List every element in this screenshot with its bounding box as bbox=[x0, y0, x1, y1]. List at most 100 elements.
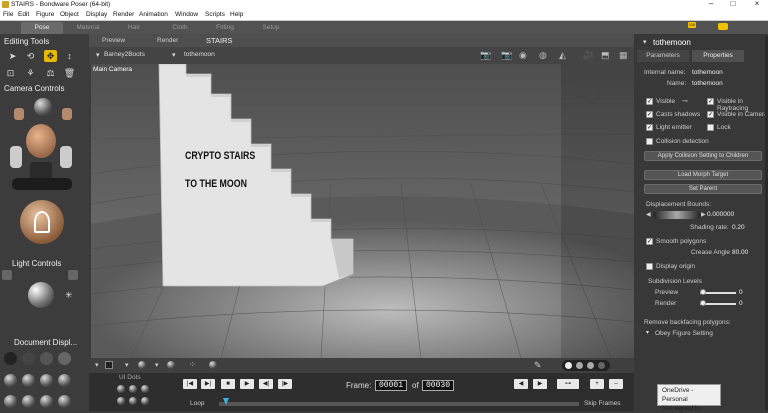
ui-dot-1[interactable] bbox=[117, 385, 125, 393]
timeline-track[interactable] bbox=[219, 402, 579, 406]
casts-shadows-checkbox[interactable]: ✓ bbox=[646, 111, 653, 118]
display-toggle[interactable] bbox=[562, 360, 610, 371]
tab-hair[interactable]: Hair bbox=[115, 22, 153, 34]
close-icon[interactable]: × bbox=[746, 0, 768, 9]
ui-dot-5[interactable] bbox=[129, 397, 137, 405]
figure-select[interactable]: Barney2Boots bbox=[104, 51, 145, 58]
ui-dot-6[interactable] bbox=[141, 397, 149, 405]
tab-render[interactable]: Render bbox=[157, 37, 178, 44]
shadow-sphere-icon[interactable] bbox=[167, 361, 175, 369]
shading-rate-value[interactable]: 0.20 bbox=[732, 224, 745, 231]
area-render-icon[interactable]: ◉ bbox=[519, 50, 527, 61]
select-icon[interactable]: ➤ bbox=[6, 50, 19, 62]
delete-icon[interactable]: 🗑 bbox=[63, 67, 76, 79]
display-smooth-lined-icon[interactable] bbox=[40, 395, 53, 408]
foreground-dropdown-icon[interactable]: ▾ bbox=[125, 361, 129, 369]
background-dropdown-icon[interactable]: ▾ bbox=[95, 361, 99, 369]
visible-camera-checkbox[interactable]: ✓ bbox=[707, 111, 714, 118]
chat-icon[interactable] bbox=[718, 23, 728, 30]
display-silhouette-icon[interactable] bbox=[4, 352, 17, 365]
skip-frames-label[interactable]: Skip Frames bbox=[584, 400, 620, 407]
object-icon[interactable]: ⬒ bbox=[601, 50, 610, 61]
obey-figure-select[interactable]: Obey Figure Setting bbox=[655, 330, 713, 337]
scale-icon[interactable]: ↕ bbox=[63, 50, 76, 62]
minimize-icon[interactable]: – bbox=[700, 0, 722, 9]
shadow-dropdown-icon[interactable]: ▾ bbox=[155, 361, 159, 369]
move-xz-icon[interactable] bbox=[12, 178, 72, 190]
tab-fitting[interactable]: Fitting bbox=[205, 22, 245, 34]
display-lit-wireframe-icon[interactable] bbox=[4, 374, 17, 387]
prev-key-button[interactable]: ▶| bbox=[201, 379, 215, 389]
apply-collision-button[interactable]: Apply Collision Setting to Children bbox=[644, 151, 762, 161]
ui-dot-4[interactable] bbox=[117, 397, 125, 405]
display-texture-shaded-icon[interactable] bbox=[22, 395, 35, 408]
visible-checkbox[interactable]: ✓ bbox=[646, 98, 653, 105]
ui-dot-2[interactable] bbox=[129, 385, 137, 393]
translate-icon[interactable]: ✥ bbox=[44, 50, 57, 62]
dots-icon[interactable]: ⁘ bbox=[189, 360, 196, 369]
menu-help[interactable]: Help bbox=[230, 11, 243, 18]
camera-lock-icon[interactable] bbox=[2, 270, 12, 280]
display-flat-lined-icon[interactable] bbox=[40, 374, 53, 387]
trackball-icon[interactable] bbox=[20, 200, 64, 244]
menu-grid-icon[interactable]: ▦ bbox=[619, 50, 628, 61]
orbit-right-icon[interactable] bbox=[60, 146, 72, 168]
menu-figure[interactable]: Figure bbox=[36, 11, 54, 18]
prev-keyframe-button[interactable]: ◀ bbox=[514, 379, 528, 389]
smooth-polygons-checkbox[interactable]: ✓ bbox=[646, 238, 653, 245]
sphere-render-icon[interactable]: ◍ bbox=[539, 50, 547, 61]
ui-dots-grid[interactable] bbox=[115, 383, 175, 411]
display-cartoon-icon[interactable] bbox=[58, 374, 71, 387]
first-frame-button[interactable]: |◀ bbox=[183, 379, 197, 389]
next-keyframe-button[interactable]: ▶ bbox=[533, 379, 547, 389]
ui-dot-3[interactable] bbox=[141, 385, 149, 393]
collision-detection-checkbox[interactable] bbox=[646, 138, 653, 145]
left-hand-camera-icon[interactable] bbox=[14, 108, 24, 120]
display-outline-icon[interactable] bbox=[22, 352, 35, 365]
displacement-left-arrow-icon[interactable]: ◀ bbox=[646, 211, 651, 218]
menu-display[interactable]: Display bbox=[86, 11, 107, 18]
play-button[interactable]: ▶ bbox=[240, 379, 254, 389]
menu-render[interactable]: Render bbox=[113, 11, 134, 18]
camera-options-icon[interactable] bbox=[68, 270, 78, 280]
stop-button[interactable]: ■ bbox=[221, 379, 235, 389]
tab-cloth[interactable]: Cloth bbox=[160, 22, 200, 34]
orbit-left-icon[interactable] bbox=[10, 146, 22, 168]
paint-sphere-icon[interactable] bbox=[209, 361, 217, 369]
displacement-right-arrow-icon[interactable]: ▶ bbox=[701, 211, 706, 218]
panel-collapse-icon[interactable]: ▾ bbox=[643, 38, 647, 46]
actor-select[interactable]: tothemoon bbox=[184, 51, 215, 58]
shoe-icon[interactable]: ◭ bbox=[559, 50, 566, 61]
current-frame-field[interactable]: 00001 bbox=[375, 380, 407, 391]
lock-checkbox[interactable] bbox=[707, 124, 714, 131]
subdivision-render-value[interactable]: 0 bbox=[739, 300, 743, 307]
subdivision-preview-value[interactable]: 0 bbox=[739, 289, 743, 296]
movie-camera-icon[interactable]: 🎥 bbox=[583, 50, 594, 61]
color-icon[interactable]: ⚖ bbox=[44, 67, 57, 79]
actor-dropdown-arrow-icon[interactable]: ▾ bbox=[172, 51, 176, 59]
display-flat-shaded-icon[interactable] bbox=[22, 374, 35, 387]
tab-properties[interactable]: Properties bbox=[692, 50, 744, 62]
onedrive-notification[interactable]: OneDrive - Personal Not signed in bbox=[657, 384, 721, 412]
tab-setup[interactable]: Setup bbox=[251, 22, 291, 34]
taper-icon[interactable]: ⊡ bbox=[4, 67, 17, 79]
viewport[interactable]: Main Camera CRYPTO STAIRS TO THE MOON bbox=[91, 64, 634, 358]
prev-frame-button[interactable]: ◀| bbox=[259, 379, 273, 389]
light-emitter-checkbox[interactable]: ✓ bbox=[646, 124, 653, 131]
subdivision-render-knob[interactable] bbox=[700, 300, 706, 306]
render-camera-icon[interactable]: 📷 bbox=[480, 50, 491, 61]
pencil-icon[interactable]: ✎ bbox=[534, 360, 542, 371]
display-preview-icon[interactable] bbox=[58, 395, 71, 408]
maximize-icon[interactable]: □ bbox=[722, 0, 744, 9]
displacement-dial[interactable] bbox=[653, 211, 701, 219]
load-morph-target-button[interactable]: Load Morph Target bbox=[644, 170, 762, 180]
preview-camera-icon[interactable]: 📷 bbox=[501, 50, 512, 61]
display-hidden-line-icon[interactable] bbox=[58, 352, 71, 365]
tab-preview[interactable]: Preview bbox=[102, 37, 125, 44]
tab-material[interactable]: Material bbox=[68, 22, 108, 34]
rotate-icon[interactable]: ⟲ bbox=[24, 50, 37, 62]
total-frames-field[interactable]: 00030 bbox=[422, 380, 454, 391]
menu-scripts[interactable]: Scripts bbox=[205, 11, 225, 18]
badge-icon[interactable]: 110 bbox=[688, 22, 696, 28]
sun-icon[interactable]: ✳ bbox=[65, 290, 73, 301]
